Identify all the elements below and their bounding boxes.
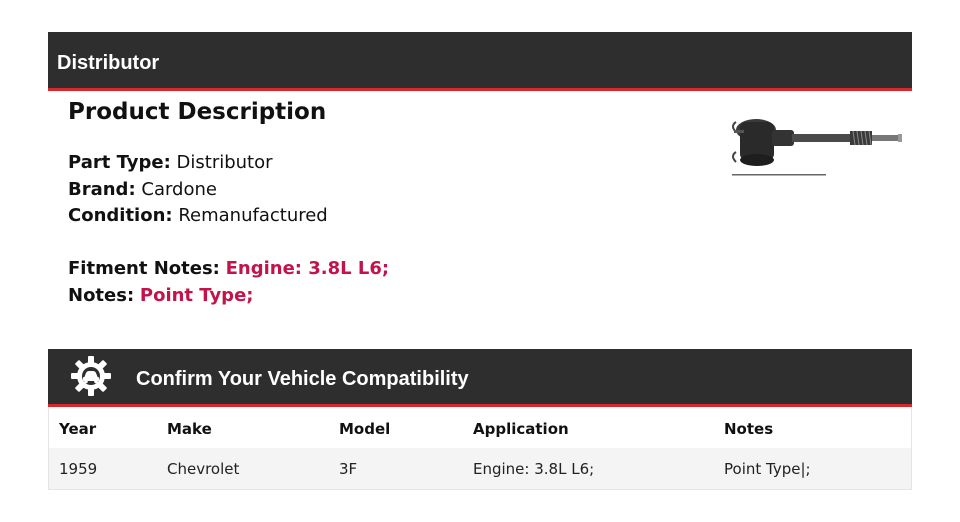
gear-car-icon <box>71 356 111 396</box>
table-row: 1959 Chevrolet 3F Engine: 3.8L L6; Point… <box>49 448 911 489</box>
spec-list: Part Type: Distributor Brand: Cardone Co… <box>68 150 328 230</box>
brand-line: Brand: Cardone <box>68 177 328 204</box>
fitment-value: Engine: 3.8L L6; <box>225 258 390 279</box>
notes-line: Notes: Point Type; <box>68 283 389 310</box>
product-description: Product Description Part Type: Distribut… <box>68 96 688 306</box>
part-type-label: Part Type: <box>68 152 171 173</box>
fitment-label: Fitment Notes: <box>68 258 220 279</box>
distributor-product-image <box>732 119 902 176</box>
part-type-line: Part Type: Distributor <box>68 150 328 177</box>
description-heading: Product Description <box>68 99 327 125</box>
cell-make: Chevrolet <box>167 460 240 478</box>
header-bar: Distributor <box>48 32 912 91</box>
page-title: Distributor <box>57 52 160 74</box>
brand-label: Brand: <box>68 178 136 200</box>
column-header-year: Year <box>59 420 97 438</box>
compatibility-title: Confirm Your Vehicle Compatibility <box>136 368 469 390</box>
cell-notes: Point Type|; <box>724 460 811 478</box>
column-header-make: Make <box>167 420 212 438</box>
column-header-application: Application <box>473 420 569 438</box>
column-header-notes: Notes <box>724 420 774 438</box>
notes-list: Fitment Notes: Engine: 3.8L L6; Notes: P… <box>68 256 389 309</box>
condition-line: Condition: Remanufactured <box>68 203 328 230</box>
cell-application: Engine: 3.8L L6; <box>473 460 595 478</box>
column-header-model: Model <box>339 420 391 438</box>
notes-value: Point Type; <box>139 284 254 306</box>
table-header-row: Year Make Model Application Notes <box>49 407 911 448</box>
cell-year: 1959 <box>59 460 98 478</box>
notes-label: Notes: <box>68 284 135 306</box>
condition-value: Remanufactured <box>178 205 328 226</box>
part-type-value: Distributor <box>176 152 273 173</box>
compatibility-table: Year Make Model Application Notes 1959 C… <box>48 407 912 490</box>
brand-value: Cardone <box>141 178 217 200</box>
cell-model: 3F <box>339 460 358 478</box>
fitment-line: Fitment Notes: Engine: 3.8L L6; <box>68 256 389 283</box>
condition-label: Condition: <box>68 205 173 226</box>
compatibility-bar: Confirm Your Vehicle Compatibility <box>48 349 912 407</box>
